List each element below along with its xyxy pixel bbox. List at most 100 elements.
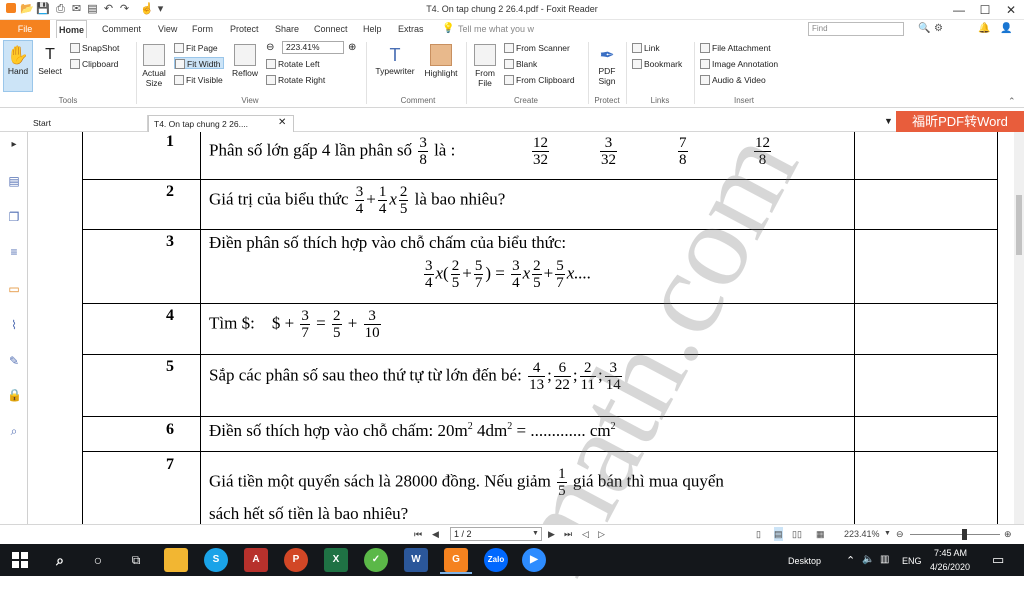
tab-view[interactable]: View [156, 20, 179, 38]
promo-banner[interactable]: 福昕PDF转Word [896, 111, 1024, 133]
cortana-icon[interactable]: ○ [86, 548, 110, 572]
from-file-button[interactable]: From File [470, 44, 500, 88]
tray-expand-icon[interactable]: ⌃ [846, 554, 855, 567]
geogebra-icon[interactable]: ✓ [364, 548, 388, 572]
signature-panel-icon[interactable]: ✎ [7, 354, 21, 368]
task-view-icon[interactable]: ⧉ [124, 548, 148, 572]
bookmark-button[interactable]: Bookmark [632, 58, 682, 70]
tab-list-chevron-down-icon[interactable]: ▼ [884, 116, 893, 126]
actual-size-button[interactable]: Actual Size [140, 44, 168, 88]
fit-width-button[interactable]: Fit Width [174, 57, 224, 69]
previous-view-icon[interactable]: ◁ [582, 527, 589, 541]
first-page-icon[interactable]: ⏮ [414, 527, 422, 541]
from-scanner-button[interactable]: From Scanner [504, 42, 570, 54]
image-annotation-button[interactable]: Image Annotation [700, 58, 778, 70]
windows-start-icon[interactable] [12, 552, 28, 568]
desktop-toolbar[interactable]: Desktop [788, 556, 821, 566]
zoom-in-icon[interactable]: ⊕ [348, 42, 356, 53]
clock-time[interactable]: 7:45 AM [934, 548, 967, 558]
search-icon[interactable]: 🔍 [918, 23, 930, 34]
lock-icon[interactable]: 🔒 [7, 388, 22, 402]
tell-me-input[interactable]: Tell me what you w [456, 20, 536, 38]
notification-center-icon[interactable]: ▭ [992, 552, 1004, 568]
highlight-button[interactable]: Highlight [420, 44, 462, 78]
reflow-icon [234, 44, 256, 66]
file-menu[interactable]: File [0, 20, 50, 38]
fit-visible-button[interactable]: Fit Visible [174, 74, 223, 86]
next-view-icon[interactable]: ▷ [598, 527, 605, 541]
reflow-button[interactable]: Reflow [229, 44, 261, 78]
zoom-out-icon[interactable]: ⊖ [266, 42, 274, 53]
tab-protect[interactable]: Protect [228, 20, 261, 38]
tab-share[interactable]: Share [273, 20, 301, 38]
input-language[interactable]: ENG [902, 556, 922, 566]
scrollbar-thumb[interactable] [1016, 195, 1022, 255]
facing-page-icon[interactable]: ▯▯ [792, 527, 802, 541]
tab-form[interactable]: Form [190, 20, 215, 38]
find-input[interactable]: Find [808, 22, 904, 36]
page-number-input[interactable]: 1 / 2 [450, 527, 542, 541]
foxit-reader-icon[interactable]: G [444, 548, 468, 572]
zoom-slider-thumb[interactable] [962, 529, 967, 540]
tab-connect[interactable]: Connect [312, 20, 350, 38]
gear-icon[interactable]: ⚙ [934, 23, 943, 34]
file-explorer-icon[interactable] [164, 548, 188, 572]
attachment-panel-icon[interactable]: ⌇ [7, 318, 21, 332]
page-dropdown-chevron-down-icon[interactable]: ▼ [532, 527, 539, 541]
rotate-left-button[interactable]: Rotate Left [266, 58, 320, 70]
tab-comment[interactable]: Comment [100, 20, 143, 38]
skype-icon[interactable]: S [204, 548, 228, 572]
close-tab-icon[interactable]: ✕ [278, 117, 286, 128]
link-button[interactable]: Link [632, 42, 660, 54]
tab-home[interactable]: Home [56, 20, 88, 38]
bell-icon[interactable]: 🔔 [978, 23, 990, 34]
word-icon[interactable]: W [404, 548, 428, 572]
tab-document[interactable]: T4. On tap chung 2 26.... [148, 115, 294, 132]
volume-icon[interactable]: 🔈 [862, 554, 874, 565]
snapshot-button[interactable]: SnapShot [70, 42, 119, 54]
next-page-icon[interactable]: ▶ [548, 527, 555, 541]
continuous-facing-icon[interactable]: ▦ [816, 527, 825, 541]
blank-button[interactable]: Blank [504, 58, 537, 70]
zoom-app-icon[interactable]: ▶ [522, 548, 546, 572]
vertical-scrollbar[interactable] [1014, 132, 1024, 524]
hand-button-label[interactable]: ✋ Hand [3, 44, 33, 76]
user-icon[interactable]: 👤 [1000, 23, 1012, 34]
comment-icon[interactable]: ▭ [7, 282, 21, 296]
tab-start[interactable]: Start [28, 115, 148, 132]
collapse-ribbon-icon[interactable]: ⌃ [1008, 96, 1016, 107]
access-icon[interactable]: A [244, 548, 268, 572]
continuous-page-icon[interactable]: ▤ [774, 527, 783, 541]
powerpoint-icon[interactable]: P [284, 548, 308, 572]
rotate-right-button[interactable]: Rotate Right [266, 74, 325, 86]
close-button[interactable]: ✕ [996, 0, 1024, 20]
clock-date[interactable]: 4/26/2020 [930, 562, 970, 572]
file-attachment-button[interactable]: File Attachment [700, 42, 771, 54]
tab-extras[interactable]: Extras [396, 20, 426, 38]
excel-icon[interactable]: X [324, 548, 348, 572]
clipboard-button[interactable]: Clipboard [70, 58, 118, 70]
layers-icon[interactable]: ❐ [7, 210, 21, 224]
fit-page-button[interactable]: Fit Page [174, 42, 218, 54]
tab-help[interactable]: Help [361, 20, 384, 38]
typewriter-button[interactable]: T Typewriter [372, 44, 418, 76]
last-page-icon[interactable]: ⏭ [564, 527, 572, 541]
network-icon[interactable]: ▥ [880, 554, 889, 565]
zoom-chevron-down-icon[interactable]: ▼ [884, 527, 891, 541]
zoom-slider-track[interactable] [910, 534, 1000, 535]
pdf-sign-button[interactable]: ✒ PDF Sign [592, 44, 622, 86]
pages-icon[interactable]: ▤ [7, 174, 21, 188]
zoom-select[interactable]: 223.41% [282, 41, 344, 54]
zoom-in-status-icon[interactable]: ⊕ [1004, 527, 1012, 541]
select-button[interactable]: T Select [36, 44, 64, 76]
search-taskbar-icon[interactable]: ⌕ [48, 548, 72, 572]
search-panel-icon[interactable]: ⌕ [7, 424, 21, 438]
prev-page-icon[interactable]: ◀ [432, 527, 439, 541]
zalo-icon[interactable]: Zalo [484, 548, 508, 572]
from-clipboard-button[interactable]: From Clipboard [504, 74, 575, 86]
audio-video-button[interactable]: Audio & Video [700, 74, 766, 86]
zoom-out-status-icon[interactable]: ⊖ [896, 527, 904, 541]
single-page-icon[interactable]: ▯ [756, 527, 761, 541]
comments-list-icon[interactable]: ≡ [7, 245, 21, 259]
expand-panel-icon[interactable]: ▸ [7, 138, 21, 152]
